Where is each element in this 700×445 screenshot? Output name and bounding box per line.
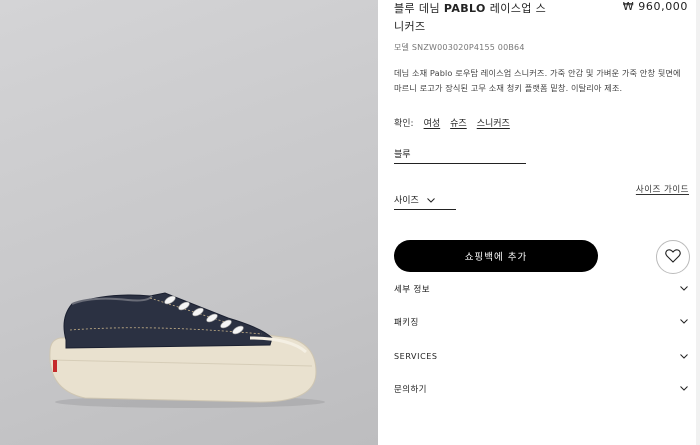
wishlist-button[interactable] [656,240,690,274]
chevron-down-icon [680,317,688,327]
product-image [0,0,378,445]
add-to-bag-button[interactable]: 쇼핑백에 추가 [394,240,598,272]
heart-icon [665,248,681,267]
category-link-sneakers[interactable]: 스니커즈 [477,116,510,129]
product-details: 블루 데님 PABLO 레이스업 스 니커즈 ₩ 960,000 모델 SNZW… [394,0,690,445]
product-model-code: 모델 SNZW003020P4155 00B64 [394,43,525,52]
color-selector[interactable]: 블루 [394,145,526,164]
size-dropdown[interactable]: 사이즈 [394,191,456,210]
accordion-label: 문의하기 [394,385,427,395]
chevron-down-icon [680,352,688,361]
accordion-label: 세부 정보 [394,285,430,295]
size-label: 사이즈 [394,196,419,206]
chevron-down-icon [426,196,435,206]
category-link-shoes[interactable]: 슈즈 [450,116,467,129]
accordion-label: 패키징 [394,318,419,328]
accordion-contact[interactable]: 문의하기 [394,381,690,397]
product-description: 데님 소재 Pablo 로우탑 레이스업 스니커즈. 가죽 안감 및 가벼운 가… [394,68,681,93]
size-guide-link[interactable]: 사이즈 가이드 [636,183,689,195]
accordion-packaging[interactable]: 패키징 [394,314,690,330]
scrollbar[interactable] [696,0,700,445]
accordion-services[interactable]: SERVICES [394,348,690,364]
chevron-down-icon [680,284,688,294]
chevron-down-icon [680,384,688,394]
color-value: 블루 [394,150,411,160]
sneaker-illustration [49,292,325,408]
category-link-women[interactable]: 여성 [424,116,441,129]
category-label: 확인: [394,119,414,129]
category-links: 확인: 여성 슈즈 스니커즈 [394,116,510,129]
product-title: 블루 데님 PABLO 레이스업 스 니커즈 [394,2,547,33]
accordion-label: SERVICES [394,351,438,361]
accordion-details[interactable]: 세부 정보 [394,281,690,297]
product-price: ₩ 960,000 [622,0,688,13]
